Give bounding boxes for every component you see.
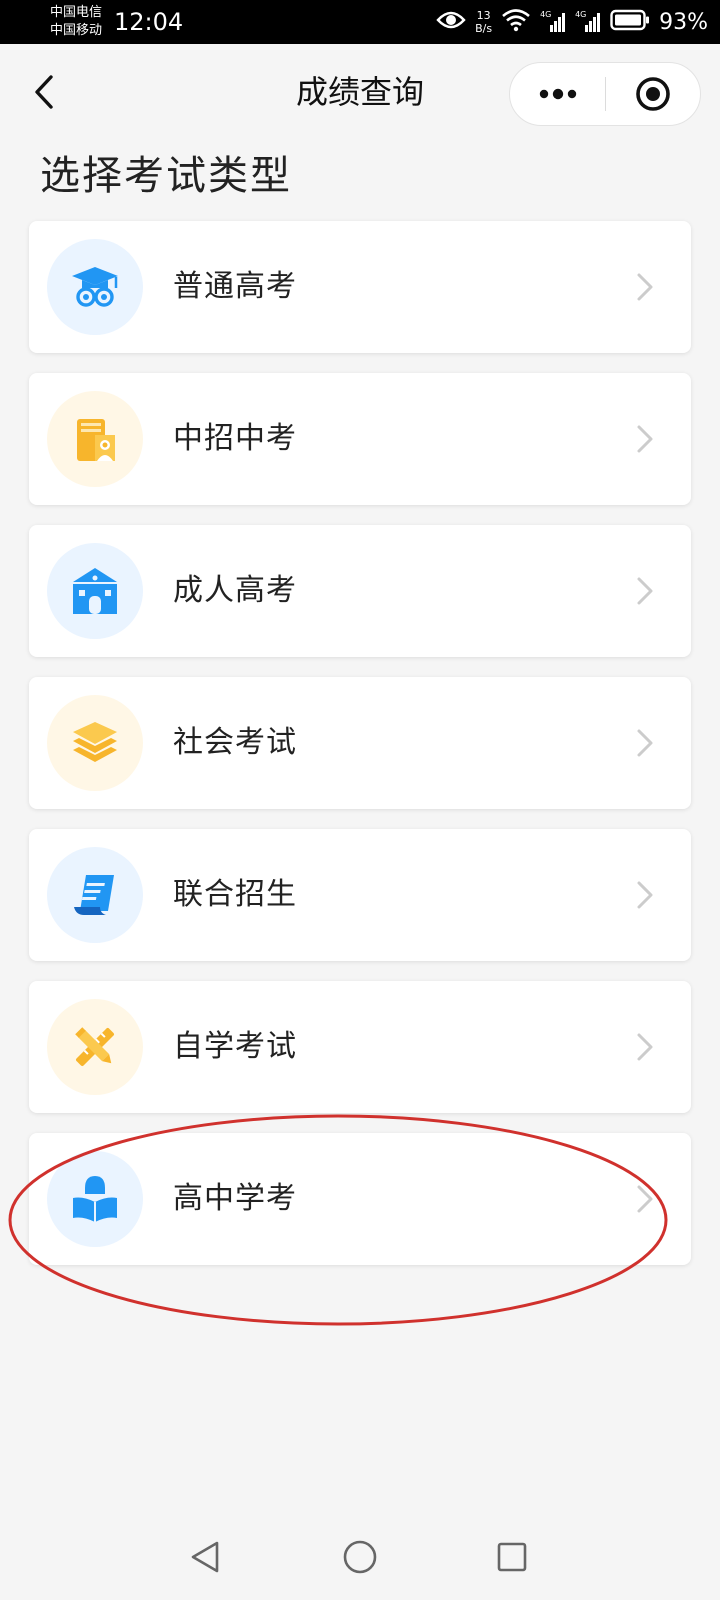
document-scroll-icon [74, 875, 114, 915]
reading-student-icon [73, 1176, 117, 1222]
network-speed: 13 B/s [475, 9, 492, 35]
chevron-right-icon [637, 577, 653, 605]
carrier-1: 中国电信 [50, 5, 103, 20]
exam-type-label: 高中学考 [173, 1181, 297, 1216]
status-bar: 中国电信 中国移动 12:04 13 B/s 4G 4G 93% [0, 0, 720, 44]
exam-type-item-lianhe-zhaosheng[interactable]: 联合招生 [29, 829, 691, 961]
square-recents-icon [497, 1542, 527, 1572]
exam-type-item-putong-gaokao[interactable]: 普通高考 [29, 221, 691, 353]
exam-type-item-gaozhong-xuekao[interactable]: 高中学考 [29, 1133, 691, 1265]
more-button[interactable] [510, 63, 605, 125]
cell-signal-icon-2: 4G [575, 10, 601, 34]
battery-percentage: 93% [659, 9, 708, 35]
wifi-icon [501, 8, 531, 36]
miniprogram-capsule [509, 62, 701, 126]
exam-type-item-zixue-kaoshi[interactable]: 自学考试 [29, 981, 691, 1113]
circle-home-icon [343, 1540, 377, 1574]
layers-icon [73, 722, 117, 762]
graduation-cap-icon [72, 267, 118, 307]
carrier-2: 中国移动 [50, 23, 103, 38]
system-home-button[interactable] [335, 1532, 385, 1582]
icon-badge [47, 391, 143, 487]
icon-badge [47, 1151, 143, 1247]
exam-type-item-zhongzhao-zhongkao[interactable]: 中招中考 [29, 373, 691, 505]
system-recents-button[interactable] [487, 1532, 537, 1582]
exam-type-item-shehui-kaoshi[interactable]: 社会考试 [29, 677, 691, 809]
battery-icon [610, 9, 650, 35]
exam-type-label: 中招中考 [173, 421, 297, 456]
school-building-icon [73, 568, 117, 614]
clock: 12:04 [114, 8, 184, 36]
exam-type-label: 普通高考 [173, 269, 297, 304]
triangle-back-icon [191, 1541, 219, 1573]
cell-signal-icon: 4G [540, 10, 566, 34]
chevron-right-icon [637, 729, 653, 757]
icon-badge [47, 847, 143, 943]
chevron-right-icon [637, 881, 653, 909]
icon-badge [47, 999, 143, 1095]
eye-icon [436, 9, 466, 35]
status-icons: 13 B/s 4G 4G 93% [436, 0, 708, 44]
chevron-right-icon [637, 1185, 653, 1213]
exam-type-list: 普通高考 中招中考 成人高考 社会考试 联合招生 自学考试 高中学考 [29, 221, 691, 1285]
system-navigation-bar [0, 1520, 720, 1600]
chevron-right-icon [637, 273, 653, 301]
icon-badge [47, 239, 143, 335]
carrier-info: 中国电信 中国移动 [50, 4, 102, 40]
target-close-icon [636, 77, 670, 111]
book-student-icon [77, 419, 115, 461]
exam-type-label: 自学考试 [173, 1029, 297, 1064]
icon-badge [47, 695, 143, 791]
navigation-bar: 成绩查询 [0, 44, 720, 140]
icon-badge [47, 543, 143, 639]
exam-type-label: 成人高考 [173, 573, 297, 608]
crossed-pencil-ruler-icon [75, 1027, 114, 1066]
network-speed-value: 13 [476, 9, 491, 22]
chevron-right-icon [637, 425, 653, 453]
chevron-right-icon [637, 1033, 653, 1061]
exam-type-item-chengren-gaokao[interactable]: 成人高考 [29, 525, 691, 657]
section-heading: 选择考试类型 [40, 153, 292, 199]
exam-type-label: 联合招生 [173, 877, 297, 912]
network-speed-unit: B/s [475, 22, 493, 35]
more-dots-icon [539, 88, 576, 100]
system-back-button[interactable] [180, 1532, 230, 1582]
exam-type-label: 社会考试 [173, 725, 297, 760]
close-miniprogram-button[interactable] [606, 63, 700, 125]
